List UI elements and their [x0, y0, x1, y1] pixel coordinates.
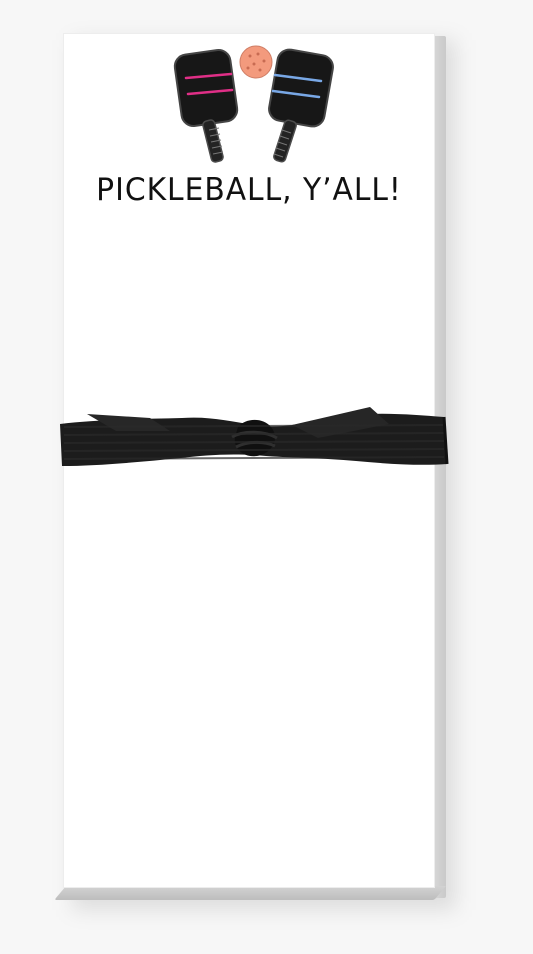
pickleball-paddles-illustration	[173, 45, 334, 163]
pickleball-paddle-left-icon	[173, 49, 239, 163]
pickleball-paddle-right-icon	[268, 48, 334, 163]
black-grosgrain-ribbon	[60, 407, 449, 466]
notepad-bottom-edge	[54, 886, 447, 900]
product-photo: PICKLEBALL, Y’ALL!	[0, 0, 533, 954]
notepad-headline: PICKLEBALL, Y’ALL!	[96, 172, 402, 208]
pickleball-icon	[239, 45, 273, 79]
